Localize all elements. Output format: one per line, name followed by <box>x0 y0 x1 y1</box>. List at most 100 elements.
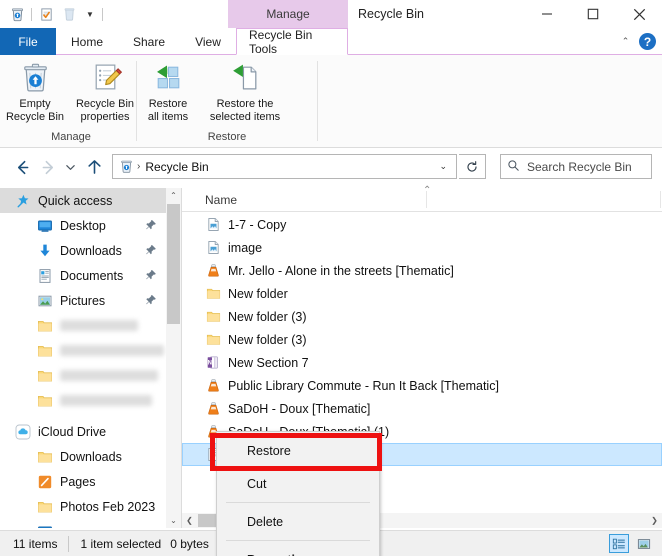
folder-icon <box>205 286 221 302</box>
tab-home[interactable]: Home <box>56 28 118 55</box>
properties-icon <box>89 60 122 94</box>
restore-all-items-button[interactable]: Restore all items <box>137 55 199 127</box>
refresh-button[interactable] <box>459 154 486 179</box>
documents-icon <box>36 267 53 284</box>
context-menu[interactable]: Restore Cut Delete Properties <box>216 431 380 556</box>
restore-selected-items-button[interactable]: Restore the selected items <box>199 55 291 127</box>
sidebar-item-label: Downloads <box>60 244 122 258</box>
details-view-button[interactable] <box>609 534 629 553</box>
recent-locations-chevron-icon[interactable] <box>62 155 78 179</box>
qat-customize-caret-icon[interactable]: ▼ <box>83 5 97 23</box>
sidebar-item-label <box>60 345 164 356</box>
search-input[interactable]: Search Recycle Bin <box>500 154 652 179</box>
close-button[interactable] <box>616 0 662 28</box>
collapse-ribbon-chevron-icon[interactable]: ⌃ <box>619 36 632 47</box>
desktop-icon <box>36 217 53 234</box>
address-input[interactable]: › Recycle Bin ⌄ <box>112 154 457 179</box>
scroll-left-icon[interactable]: ❮ <box>182 513 197 528</box>
context-menu-item-properties[interactable]: Properties <box>217 543 379 556</box>
ribbon-group-divider-2 <box>317 61 318 141</box>
sidebar-item-photos-feb-2023[interactable]: Photos Feb 2023 <box>0 494 166 519</box>
folder-icon <box>205 332 221 348</box>
address-dropdown-icon[interactable]: ⌄ <box>434 161 452 172</box>
sidebar-item-redacted-3[interactable] <box>0 363 166 388</box>
sidebar-item-label: Downloads <box>60 450 122 464</box>
scroll-up-icon[interactable]: ⌃ <box>166 188 181 203</box>
sidebar-item-redacted-4[interactable] <box>0 388 166 413</box>
sidebar-item-redacted-1[interactable] <box>0 313 166 338</box>
sidebar-item-icloud-drive[interactable]: iCloud Drive <box>0 419 166 444</box>
folder-icon <box>36 342 53 359</box>
vlc-media-icon <box>205 378 221 394</box>
table-row[interactable]: Public Library Commute - Run It Back [Th… <box>182 374 662 397</box>
search-placeholder: Search Recycle Bin <box>527 160 632 174</box>
back-button[interactable] <box>10 155 34 179</box>
minimize-button[interactable] <box>524 0 570 28</box>
pin-icon[interactable] <box>145 294 157 309</box>
sidebar-item-label: Pages <box>60 475 95 489</box>
sidebar-item-pictures[interactable]: Pictures <box>0 288 166 313</box>
table-row[interactable]: New folder (3) <box>182 328 662 351</box>
tab-file[interactable]: File <box>0 28 56 55</box>
sidebar-item-redacted-2[interactable] <box>0 338 166 363</box>
tab-view[interactable]: View <box>180 28 236 55</box>
empty-recycle-bin-icon[interactable] <box>60 5 78 23</box>
ribbon-group-manage: Empty Recycle Bin R <box>0 55 142 148</box>
properties-icon[interactable] <box>37 5 55 23</box>
table-row[interactable]: New folder (3) <box>182 305 662 328</box>
sidebar-item-label: Desktop <box>60 219 106 233</box>
table-row[interactable]: New folder <box>182 282 662 305</box>
folder-icon <box>36 317 53 334</box>
ribbon-group-manage-label: Manage <box>0 128 142 146</box>
empty-recycle-bin-button[interactable]: Empty Recycle Bin <box>0 55 70 127</box>
table-row[interactable]: image <box>182 236 662 259</box>
context-menu-item-cut[interactable]: Cut <box>217 467 379 500</box>
context-menu-item-delete[interactable]: Delete <box>217 505 379 538</box>
pin-icon[interactable] <box>145 244 157 259</box>
pin-icon[interactable] <box>145 219 157 234</box>
sidebar-item-quick-access[interactable]: Quick access <box>0 188 166 213</box>
tab-recycle-bin-tools-label: Recycle Bin Tools <box>249 28 335 56</box>
column-header-row: ⌃ Name <box>182 188 662 212</box>
sidebar-item-desktop[interactable]: Desktop <box>0 213 166 238</box>
tab-recycle-bin-tools[interactable]: Recycle Bin Tools <box>236 28 348 55</box>
maximize-button[interactable] <box>570 0 616 28</box>
desktop-icon <box>36 523 53 528</box>
scroll-down-icon[interactable]: ⌄ <box>166 513 181 528</box>
status-size: 0 bytes <box>170 537 209 551</box>
image-file-icon <box>205 240 221 256</box>
sidebar-item-documents[interactable]: Documents <box>0 263 166 288</box>
column-divider[interactable] <box>660 191 661 208</box>
recycle-bin-icon[interactable] <box>8 5 26 23</box>
breadcrumb-recycle-bin[interactable]: Recycle Bin <box>145 160 434 174</box>
navpane-scrollbar[interactable]: ⌃ ⌄ <box>166 188 181 528</box>
sidebar-item-downloads[interactable]: Downloads <box>0 238 166 263</box>
sidebar-item-icloud-downloads[interactable]: Downloads <box>0 444 166 469</box>
large-icons-view-button[interactable] <box>634 534 654 553</box>
navpane-scroll-thumb[interactable] <box>167 204 180 324</box>
help-icon[interactable]: ? <box>639 33 656 50</box>
navigation-pane[interactable]: Quick access Desktop Downloads Doc <box>0 188 166 528</box>
sidebar-item-label <box>60 395 152 406</box>
table-row[interactable]: SaDoH - Doux [Thematic] <box>182 397 662 420</box>
context-menu-item-restore[interactable]: Restore <box>217 434 379 467</box>
file-name: New folder <box>228 287 288 301</box>
folder-icon <box>36 498 53 515</box>
column-divider[interactable] <box>426 191 427 208</box>
up-button[interactable] <box>82 155 106 179</box>
restore-selected-icon <box>229 60 262 94</box>
tab-share[interactable]: Share <box>118 28 180 55</box>
table-row[interactable]: Mr. Jello - Alone in the streets [Themat… <box>182 259 662 282</box>
scroll-right-icon[interactable]: ❯ <box>647 513 662 528</box>
recycle-bin-properties-button[interactable]: Recycle Bin properties <box>70 55 140 127</box>
pin-icon[interactable] <box>145 269 157 284</box>
restore-all-icon <box>152 60 185 94</box>
table-row[interactable]: N New Section 7 <box>182 351 662 374</box>
table-row[interactable]: 1-7 - Copy <box>182 213 662 236</box>
column-header-name[interactable]: Name <box>182 193 237 207</box>
sidebar-item-pages[interactable]: Pages <box>0 469 166 494</box>
sidebar-item-partial[interactable] <box>0 519 166 528</box>
qat-divider-1 <box>31 8 32 21</box>
file-name: Public Library Commute - Run It Back [Th… <box>228 379 499 393</box>
file-name: image <box>228 241 262 255</box>
